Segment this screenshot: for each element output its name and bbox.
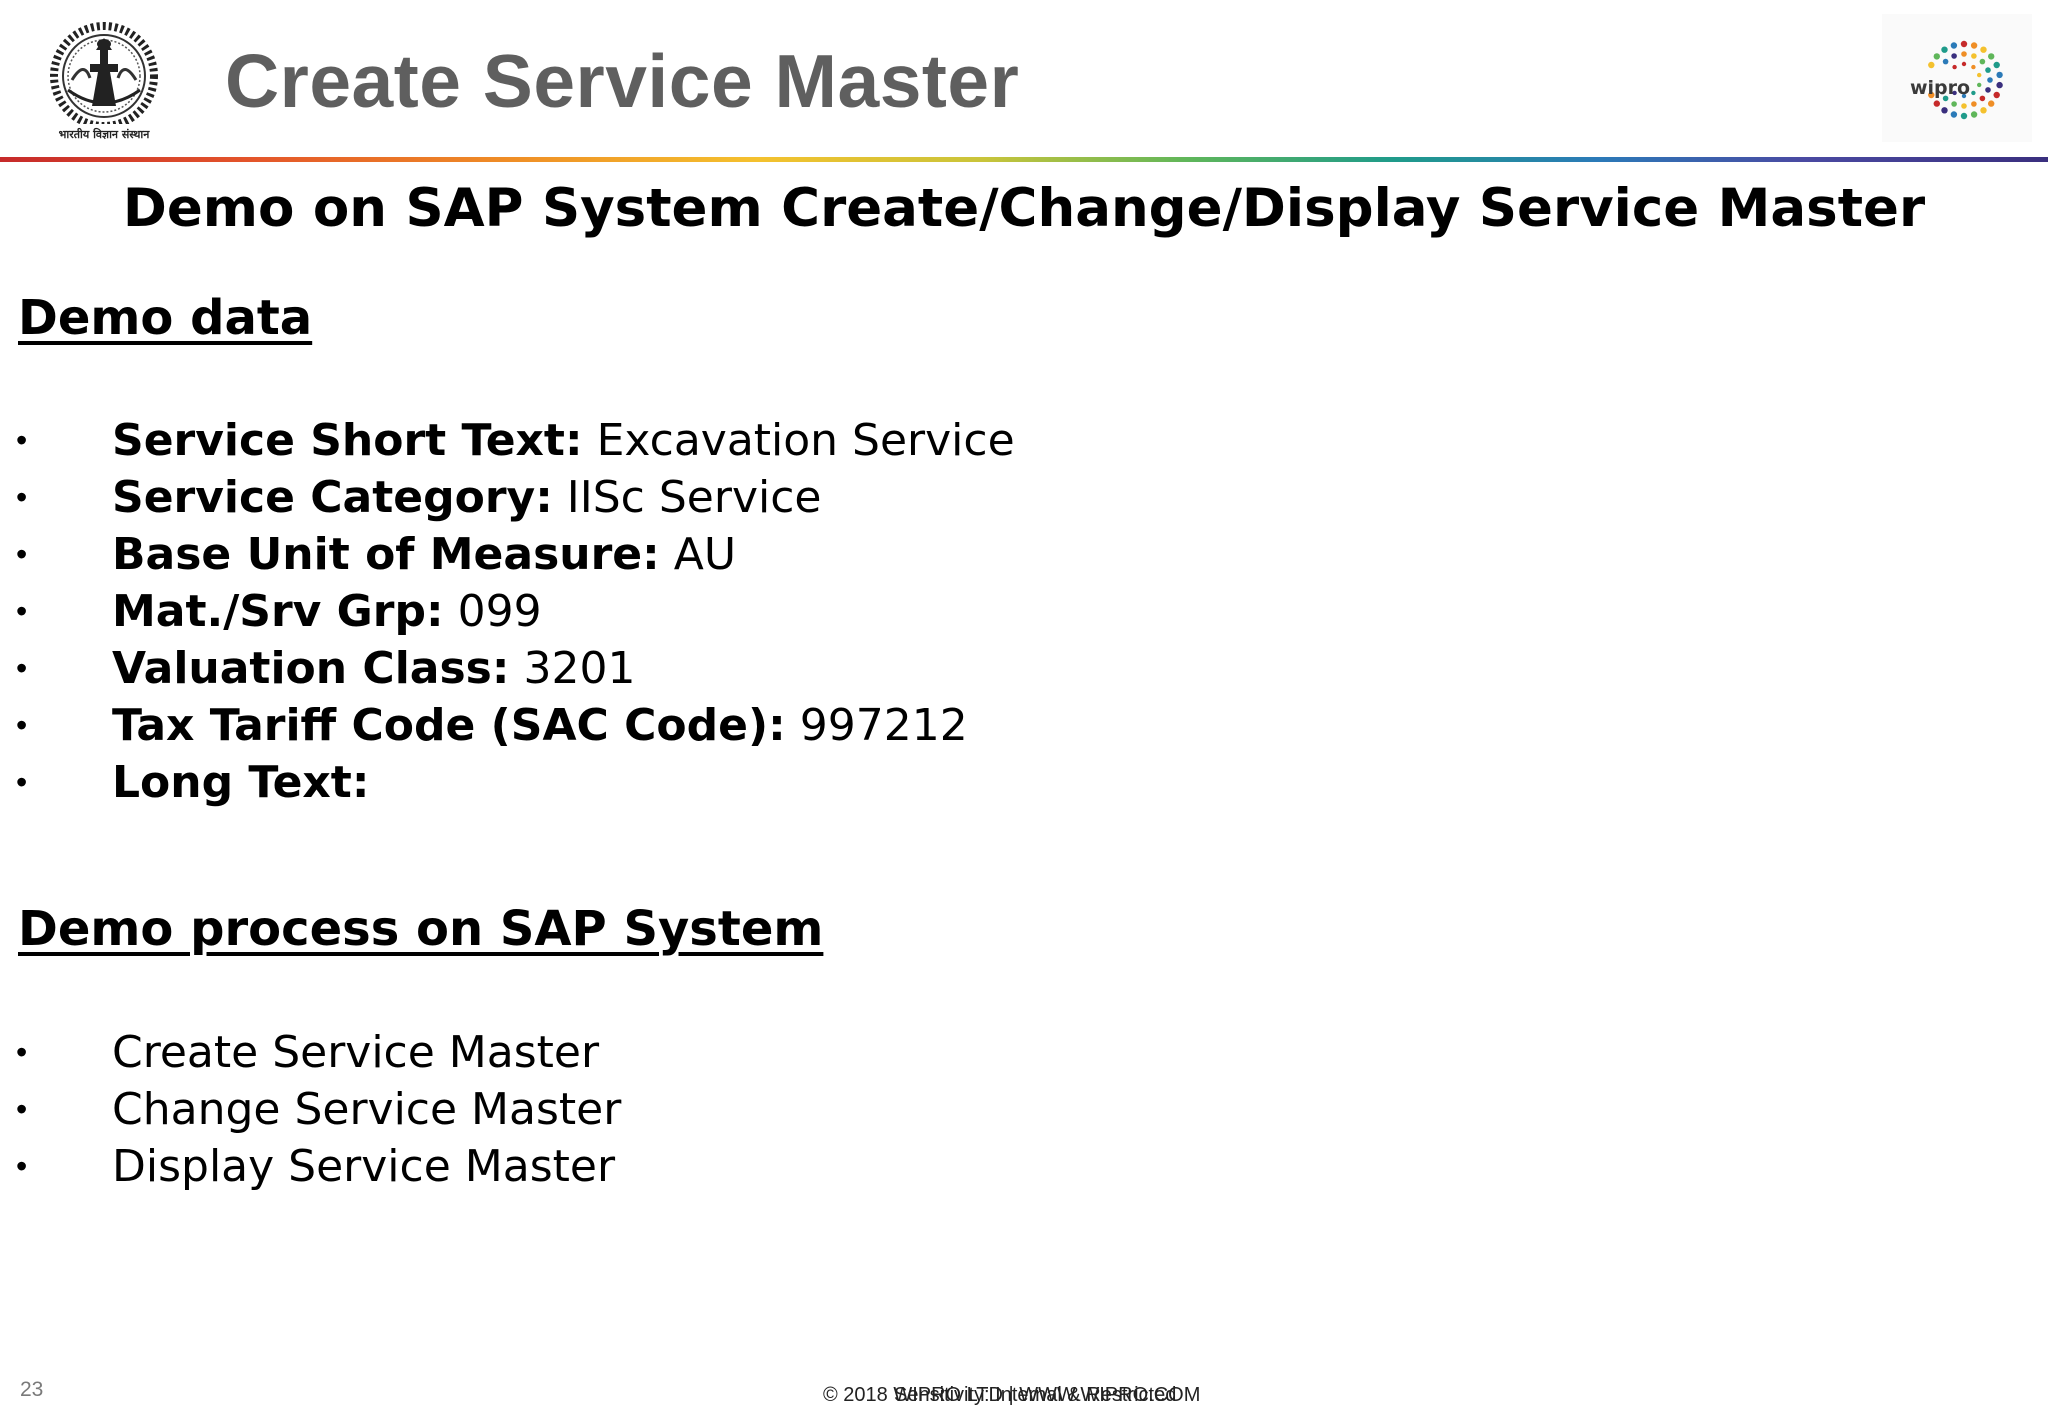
footer-sensitivity: Sensitivity: Internal & Restricted — [894, 1384, 1177, 1406]
wipro-dot — [1988, 100, 1995, 107]
wipro-logo: wipro — [1882, 14, 2032, 142]
wipro-dot — [1971, 64, 1976, 70]
wipro-dot — [1951, 53, 1957, 59]
wipro-dot — [1985, 67, 1991, 73]
item-label: Service Short Text: — [112, 415, 583, 466]
bullet-icon: • — [16, 422, 28, 458]
item-value: IISc Service — [566, 472, 822, 523]
slide-subtitle: Demo on SAP System Create/Change/Display… — [122, 178, 1926, 239]
wipro-dot — [1988, 53, 1995, 60]
wipro-dot — [1987, 77, 1993, 83]
item-value: Excavation Service — [596, 415, 1015, 466]
wipro-dot — [1993, 61, 2000, 69]
wipro-dot — [1961, 51, 1967, 57]
wipro-dot — [1950, 42, 1958, 49]
wipro-dot — [1980, 107, 1987, 114]
bullet-icon: • — [16, 1091, 28, 1127]
rainbow-divider — [0, 157, 2048, 162]
item-label: Base Unit of Measure: — [112, 529, 660, 580]
wipro-dot — [1971, 53, 1977, 59]
page-title: Create Service Master — [225, 39, 1020, 123]
iisc-crest-icon: भारतीय विज्ञान संस्थान — [48, 22, 160, 142]
wipro-dot — [1977, 82, 1982, 88]
item-label: Tax Tariff Code (SAC Code): — [112, 700, 786, 751]
wipro-dot — [1941, 107, 1948, 114]
wipro-dot — [1951, 101, 1957, 107]
wipro-dot — [1961, 103, 1967, 109]
wipro-dot — [1950, 111, 1958, 118]
wipro-dot — [1977, 72, 1982, 78]
bullet-icon: • — [16, 650, 28, 686]
wipro-dot — [1961, 61, 1967, 67]
bullet-icon: • — [16, 764, 28, 800]
wipro-dot — [1928, 61, 1935, 69]
wipro-dot — [1993, 91, 2000, 99]
bullet-icon: • — [16, 1034, 28, 1070]
wipro-wordmark: wipro — [1910, 77, 1970, 99]
wipro-dot — [1971, 90, 1976, 96]
bullet-icon: • — [16, 1148, 28, 1184]
wipro-logo-icon: wipro — [1910, 40, 2003, 120]
wipro-dot — [1933, 53, 1940, 60]
item-value: 099 — [457, 586, 542, 637]
process-step: Create Service Master — [112, 1027, 600, 1078]
demo-data-heading: Demo data — [18, 290, 313, 346]
item-value: 997212 — [799, 700, 968, 751]
wipro-dot — [1952, 64, 1957, 70]
item-label: Valuation Class: — [112, 643, 510, 694]
wipro-dot — [1970, 111, 1978, 118]
wipro-dot — [1996, 71, 2003, 79]
wipro-dot — [1933, 100, 1940, 107]
item-value: AU — [673, 529, 737, 580]
process-step: Change Service Master — [112, 1084, 622, 1135]
wipro-dot — [1980, 46, 1987, 53]
crest-caption: भारतीय विज्ञान संस्थान — [59, 127, 151, 141]
wipro-dot — [1960, 112, 1968, 120]
wipro-dot — [1960, 40, 1968, 48]
slide-header: भारतीय विज्ञान संस्थान Create Service Ma… — [0, 0, 2048, 158]
bullet-icon: • — [16, 707, 28, 743]
wipro-dot — [1979, 58, 1986, 65]
item-label: Long Text: — [112, 757, 370, 808]
item-label: Mat./Srv Grp: — [112, 586, 444, 637]
wipro-dot — [1942, 58, 1949, 65]
process-step: Display Service Master — [112, 1141, 616, 1192]
bullet-icon: • — [16, 536, 28, 572]
wipro-dot — [1941, 46, 1948, 53]
wipro-dot — [1985, 87, 1991, 93]
item-label: Service Category: — [112, 472, 553, 523]
bullet-icon: • — [16, 593, 28, 629]
item-value: 3201 — [523, 643, 636, 694]
wipro-dot — [1970, 42, 1978, 49]
demo-process-heading: Demo process on SAP System — [18, 901, 824, 957]
wipro-dot — [1996, 81, 2003, 89]
wipro-dot — [1971, 101, 1977, 107]
bullet-icon: • — [16, 479, 28, 515]
wipro-dot — [1979, 95, 1986, 102]
page-number: 23 — [20, 1378, 44, 1401]
